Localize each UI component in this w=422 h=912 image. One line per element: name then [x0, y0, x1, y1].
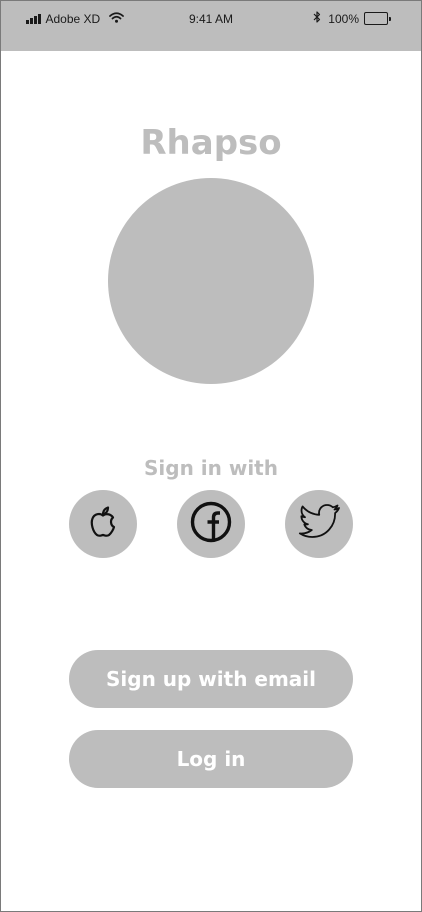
log-in-button[interactable]: Log in	[69, 730, 353, 788]
app-title: Rhapso	[140, 123, 282, 163]
twitter-icon	[293, 499, 345, 549]
facebook-sign-in-button[interactable]	[177, 490, 245, 558]
status-bar: Adobe XD 9:41 AM 100%	[1, 1, 421, 51]
phone-screen: Adobe XD 9:41 AM 100% Rhapso Sign in wit…	[0, 0, 422, 912]
sign-up-email-button[interactable]: Sign up with email	[69, 650, 353, 708]
logo-placeholder	[108, 178, 314, 384]
apple-icon	[83, 502, 123, 546]
sign-in-label: Sign in with	[144, 456, 278, 480]
status-bar-right: 100%	[313, 11, 391, 26]
twitter-sign-in-button[interactable]	[285, 490, 353, 558]
facebook-icon	[189, 500, 233, 548]
apple-sign-in-button[interactable]	[69, 490, 137, 558]
battery-icon	[364, 12, 391, 25]
battery-percent: 100%	[328, 11, 359, 26]
bluetooth-icon	[313, 11, 321, 26]
